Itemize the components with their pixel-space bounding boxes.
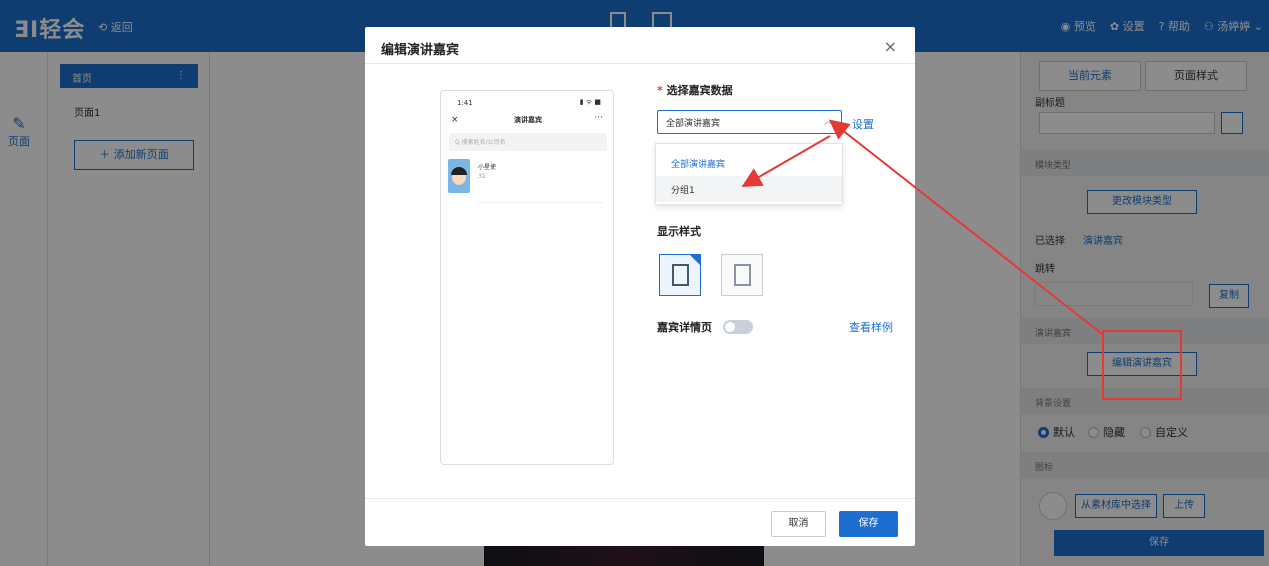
- speaker-data-label-text: 选择嘉宾数据: [666, 84, 733, 97]
- annotation-highlight-box: [1102, 330, 1182, 400]
- phone-search: Q 搜索姓名/公司名: [449, 133, 607, 151]
- cancel-button[interactable]: 取消: [771, 511, 826, 537]
- speaker-data-dropdown: 全部演讲嘉宾 分组1: [655, 143, 843, 205]
- select-value: 全部演讲嘉宾: [666, 119, 721, 129]
- phone-time: 1:41: [457, 99, 473, 107]
- required-mark: *: [657, 84, 663, 97]
- style-option-card[interactable]: [721, 254, 763, 296]
- close-icon[interactable]: ×: [884, 37, 897, 56]
- speaker-data-select[interactable]: 全部演讲嘉宾 ︿: [657, 110, 842, 134]
- modal-title: 编辑演讲嘉宾: [381, 43, 460, 58]
- divider: [478, 202, 603, 203]
- speaker-info: 31: [478, 173, 486, 180]
- save-button[interactable]: 保存: [839, 511, 898, 537]
- toggle-knob: [725, 322, 735, 332]
- detail-page-toggle[interactable]: [723, 320, 753, 334]
- speaker-data-label: * 选择嘉宾数据: [657, 82, 733, 98]
- card-layout-icon: [734, 264, 751, 286]
- divider: [365, 498, 915, 499]
- edit-speakers-modal: 编辑演讲嘉宾 × 1:41 ▮ ᯤ ■ 演讲嘉宾 × ··· Q 搜索姓名/公司…: [365, 27, 915, 546]
- selected-corner-icon: [690, 255, 700, 265]
- chevron-up-icon: ︿: [823, 117, 833, 127]
- list-layout-icon: [672, 264, 689, 286]
- option-group-1[interactable]: 分组1: [656, 176, 842, 202]
- detail-page-label: 嘉宾详情页: [657, 321, 712, 334]
- divider: [365, 63, 915, 64]
- option-all-speakers[interactable]: 全部演讲嘉宾: [656, 150, 842, 176]
- style-option-list[interactable]: [659, 254, 701, 296]
- view-sample-link[interactable]: 查看样例: [849, 319, 893, 335]
- phone-title: 演讲嘉宾: [514, 116, 542, 124]
- phone-more-icon: ···: [594, 113, 603, 123]
- signal-icon: ▮ ᯤ ■: [579, 98, 601, 106]
- speaker-name: 小星使: [478, 164, 497, 171]
- phone-preview: 1:41 ▮ ᯤ ■ 演讲嘉宾 × ··· Q 搜索姓名/公司名 小星使 31: [440, 90, 614, 465]
- display-style-label: 显示样式: [657, 225, 701, 238]
- speaker-avatar: [448, 159, 470, 193]
- settings-link[interactable]: 设置: [852, 116, 874, 132]
- phone-close-icon: ×: [451, 115, 459, 125]
